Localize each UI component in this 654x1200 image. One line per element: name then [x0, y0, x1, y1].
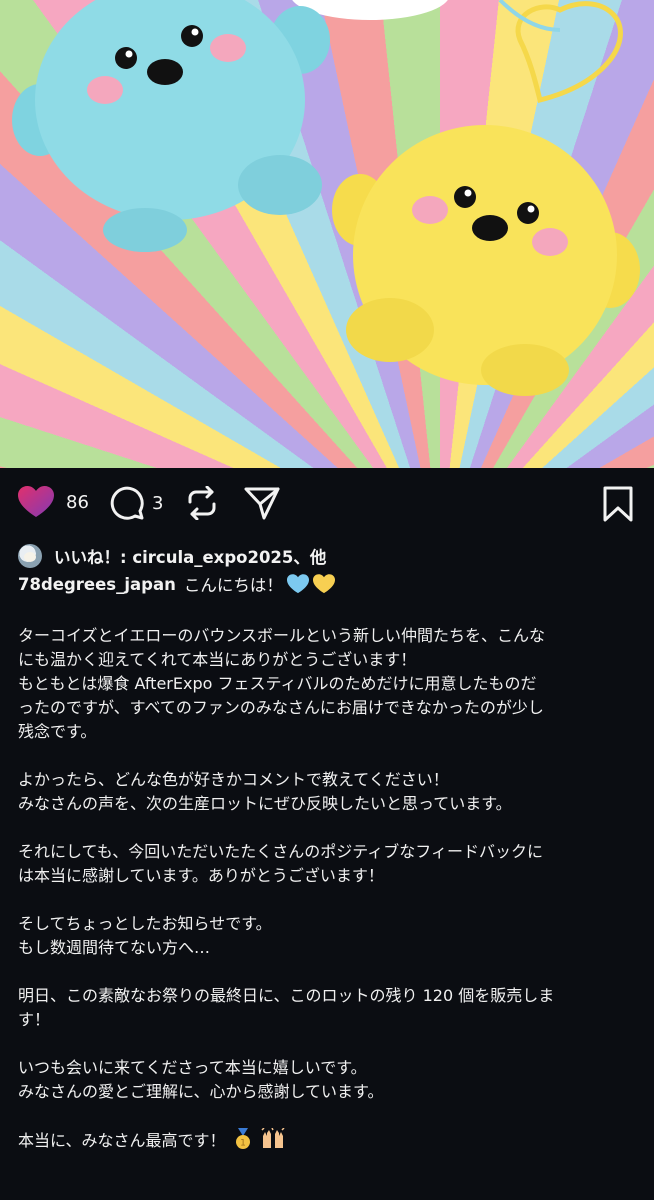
comment-count: 3	[152, 492, 164, 514]
caption-paragraph: ターコイズとイエローのバウンスボールという新しい仲間たちを、こんな にも温かく迎…	[18, 624, 638, 744]
repost-button[interactable]	[186, 486, 218, 520]
blue-heart-emoji-icon	[286, 574, 309, 594]
comment-button[interactable]: 3	[110, 486, 163, 520]
caption-body: ターコイズとイエローのバウンスボールという新しい仲間たちを、こんな にも温かく迎…	[18, 624, 638, 1177]
caption-line: もともとは爆食 AfterExpo フェスティバルのためだけに用意したものだ	[18, 674, 537, 693]
plush-illustration	[12, 0, 640, 396]
caption-line: ったのですが、すべてのファンのみなさんにお届けできなかったのが少し	[18, 698, 544, 717]
yellow-heart-emoji-icon	[312, 574, 335, 594]
likes-summary[interactable]: いいね！: circula_expo2025、他	[18, 543, 326, 569]
blue-plush	[12, 0, 330, 252]
caption-line: す！	[18, 1010, 51, 1029]
caption-line: は本当に感謝しています。ありがとうございます！	[18, 866, 384, 885]
caption-paragraph: いつも会いに来てくださって本当に嬉しいです。 みなさんの愛とご理解に、心から感謝…	[18, 1056, 638, 1104]
caption-paragraph: よかったら、どんな色が好きかコメントで教えてください！ みなさんの声を、次の生産…	[18, 768, 638, 816]
bookmark-icon	[603, 486, 633, 522]
repost-icon	[188, 486, 216, 520]
caption-line: みなさんの愛とご理解に、心から感謝しています。	[18, 1082, 384, 1101]
caption-paragraph: そしてちょっとしたお知らせです。 もし数週間待てない方へ…	[18, 912, 638, 960]
caption-line: 残念です。	[18, 722, 97, 741]
caption-header: 78degrees_japan こんにちは！	[18, 572, 335, 596]
caption-line: いつも会いに来てくださって本当に嬉しいです。	[18, 1058, 367, 1077]
caption-closing-text: 本当に、みなさん最高です！	[18, 1131, 226, 1150]
post-action-bar: 86 3	[0, 468, 654, 540]
comment-bubble-icon	[110, 486, 144, 520]
caption-greeting: こんにちは！	[183, 576, 283, 595]
svg-text:1: 1	[240, 1139, 246, 1149]
post-image[interactable]	[0, 0, 654, 468]
caption-line: にも温かく迎えてくれて本当にありがとうございます！	[18, 650, 417, 669]
caption-paragraph: 明日、この素敵なお祭りの最終日に、このロットの残り 120 個を販売しま す！	[18, 984, 638, 1032]
caption-line: ターコイズとイエローのバウンスボールという新しい仲間たちを、こんな	[18, 626, 546, 645]
caption-line: よかったら、どんな色が好きかコメントで教えてください！	[18, 770, 449, 789]
send-icon	[244, 487, 280, 520]
caption-username[interactable]: 78degrees_japan	[18, 575, 176, 594]
save-button[interactable]	[603, 486, 633, 522]
caption-closing: 本当に、みなさん最高です！ 1	[18, 1128, 638, 1153]
like-button[interactable]: 86	[18, 486, 89, 518]
likes-text: いいね！: circula_expo2025、他	[54, 548, 327, 567]
raised-hands-emoji-icon	[261, 1128, 285, 1148]
yellow-plush	[332, 125, 640, 396]
share-button[interactable]	[244, 486, 280, 520]
caption-paragraph: それにしても、今回いただいたたくさんのポジティブなフィードバックに は本当に感謝…	[18, 840, 638, 888]
caption-line: そしてちょっとしたお知らせです。	[18, 914, 272, 933]
like-count: 86	[66, 491, 89, 513]
avatar[interactable]	[18, 544, 42, 568]
caption-line: それにしても、今回いただいたたくさんのポジティブなフィードバックに	[18, 842, 543, 861]
caption-line: 明日、この素敵なお祭りの最終日に、このロットの残り 120 個を販売しま	[18, 986, 555, 1005]
caption-line: もし数週間待てない方へ…	[18, 938, 211, 957]
heart-filled-icon	[18, 486, 54, 517]
medal-emoji-icon: 1	[235, 1128, 250, 1149]
caption-line: みなさんの声を、次の生産ロットにぜひ反映したいと思っています。	[18, 794, 512, 813]
